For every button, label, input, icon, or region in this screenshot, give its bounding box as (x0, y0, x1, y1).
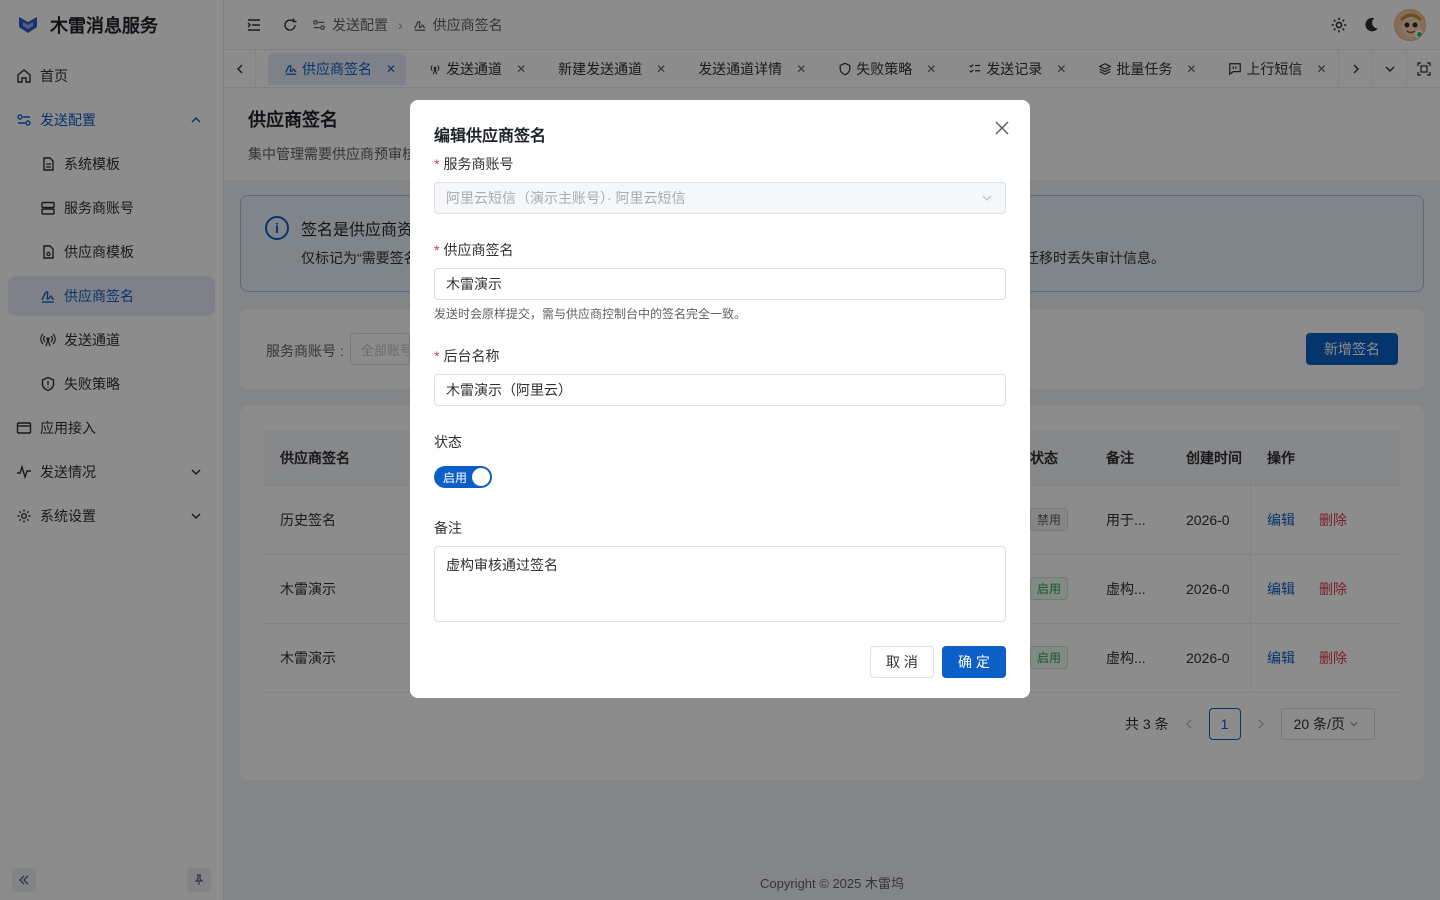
signature-label: * 供应商签名 (434, 240, 513, 260)
account-select[interactable]: 阿里云短信（演示主账号）· 阿里云短信 (434, 182, 1006, 214)
close-icon[interactable] (994, 120, 1010, 136)
backend-name-label-text: 后台名称 (443, 348, 500, 364)
signature-input[interactable]: 木雷演示 (434, 268, 1006, 300)
signature-label-text: 供应商签名 (443, 242, 514, 258)
signature-hint: 发送时会原样提交，需与供应商控制台中的签名完全一致。 (434, 307, 747, 321)
status-toggle-text: 启用 (443, 471, 468, 485)
required-mark: * (434, 242, 440, 258)
backend-name-input[interactable]: 木雷演示（阿里云） (434, 374, 1006, 406)
confirm-button[interactable]: 确 定 (942, 646, 1006, 678)
account-label: * 服务商账号 (434, 154, 513, 174)
backend-name-label: * 后台名称 (434, 346, 499, 366)
account-label-text: 服务商账号 (443, 156, 514, 172)
status-toggle[interactable]: 启用 (434, 466, 492, 488)
remark-label: 备注 (434, 520, 462, 536)
edit-signature-dialog: 编辑供应商签名 * 服务商账号 阿里云短信（演示主账号）· 阿里云短信 * 供应商签… (410, 100, 1030, 698)
status-label: 状态 (434, 434, 462, 450)
chevron-down-icon (982, 195, 992, 201)
dialog-title: 编辑供应商签名 (434, 128, 547, 145)
remark-textarea[interactable]: 虚构审核通过签名 (434, 546, 1006, 622)
toggle-knob (472, 468, 490, 486)
account-select-value: 阿里云短信（演示主账号）· 阿里云短信 (446, 190, 686, 206)
backend-name-input-value: 木雷演示（阿里云） (446, 382, 572, 398)
app-root: 木雷消息服务 首页 发送配置 系统模板 服务商账号 供应商模板 供应商签名 发送… (0, 0, 1440, 900)
required-mark: * (434, 156, 440, 172)
cancel-button[interactable]: 取 消 (870, 646, 934, 678)
signature-input-value: 木雷演示 (446, 276, 502, 292)
required-mark: * (434, 348, 440, 364)
